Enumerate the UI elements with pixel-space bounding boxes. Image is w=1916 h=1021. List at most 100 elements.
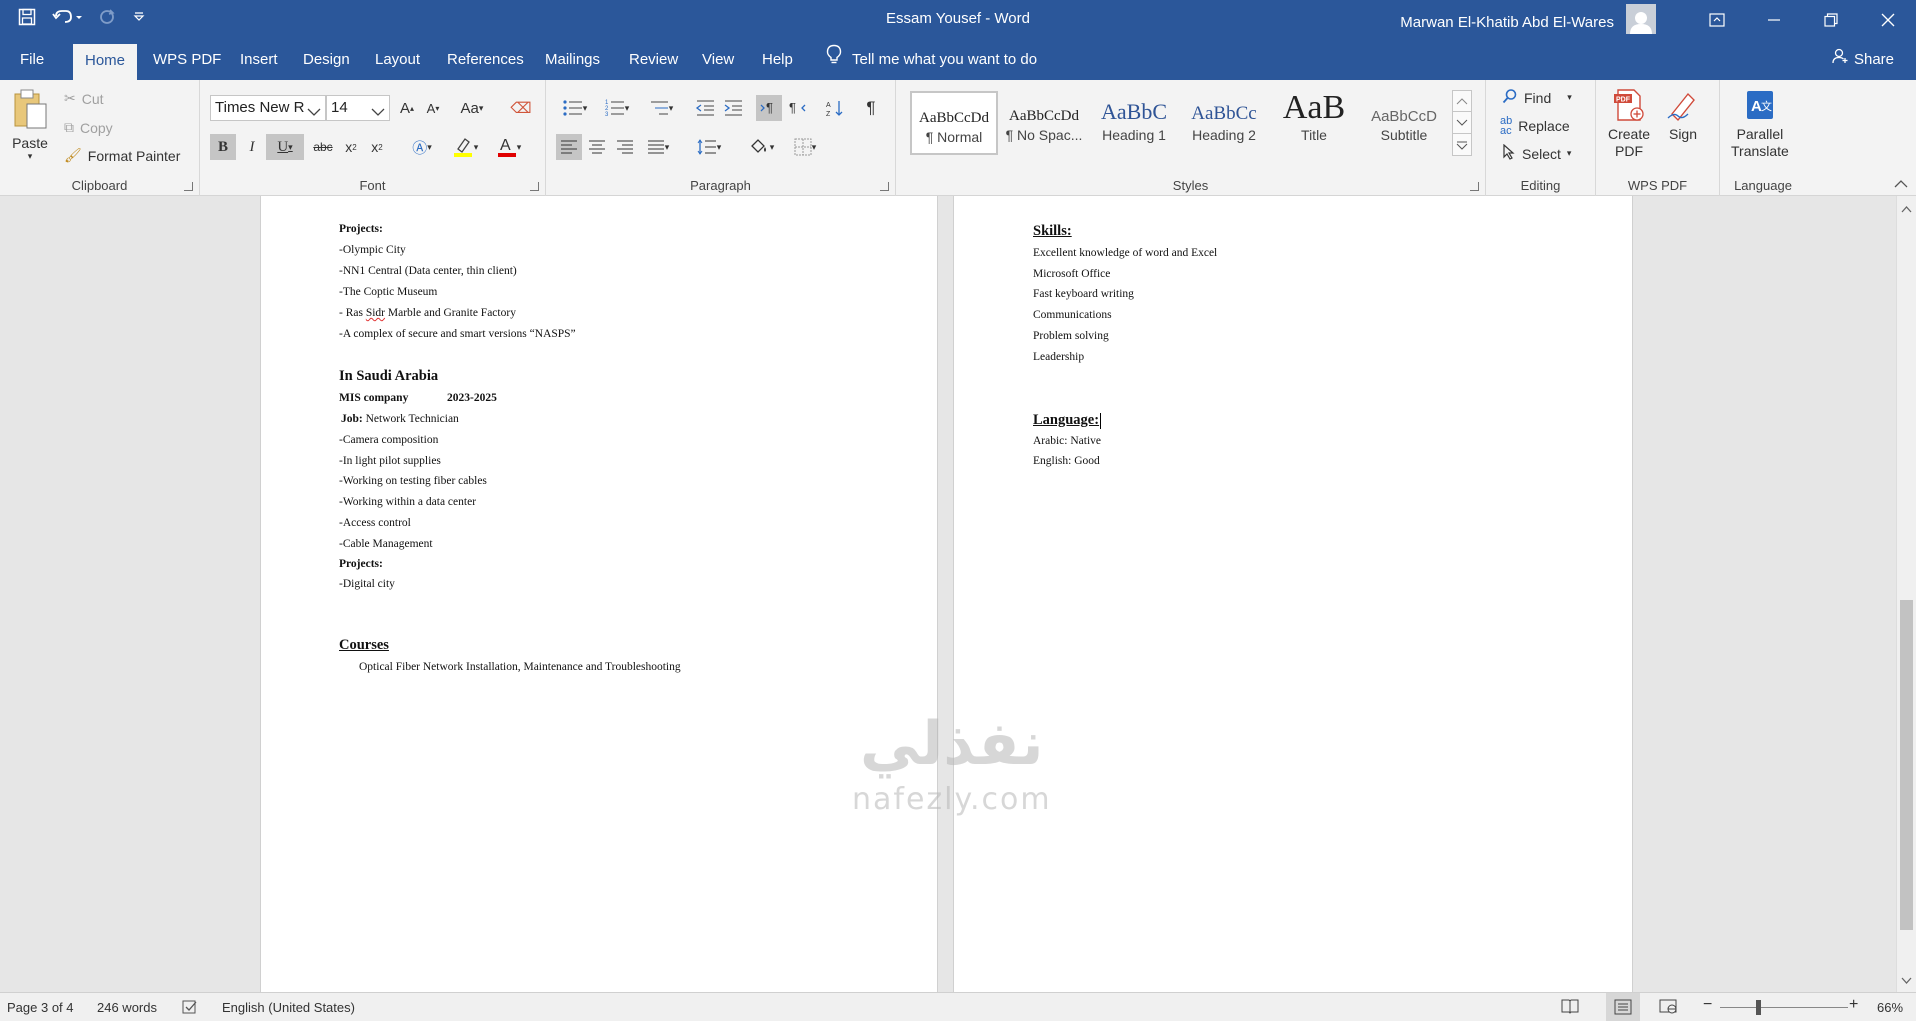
highlight-icon[interactable]: ▾: [446, 134, 484, 160]
tab-home[interactable]: Home: [73, 44, 138, 80]
tab-file[interactable]: File: [8, 40, 56, 80]
format-painter-button[interactable]: 🖌 Format Painter: [64, 147, 180, 164]
bullets-icon[interactable]: ▾: [556, 95, 594, 121]
style-subtitle[interactable]: AaBbCcD Subtitle: [1360, 91, 1448, 155]
page-3[interactable]: Projects: -Olympic City -NN1 Central (Da…: [260, 196, 938, 992]
chevron-down-icon[interactable]: [1452, 112, 1472, 134]
style-no-spacing[interactable]: AaBbCcDd ¶ No Spac...: [1000, 91, 1088, 155]
replace-button[interactable]: ab ac Replace: [1500, 116, 1570, 137]
zoom-slider-thumb[interactable]: [1756, 1000, 1761, 1015]
scroll-down-icon[interactable]: [1901, 972, 1912, 988]
grow-font-icon[interactable]: A ▴: [394, 95, 420, 121]
multilevel-list-icon[interactable]: ▾: [642, 95, 680, 121]
page-count[interactable]: Page 3 of 4: [7, 1000, 74, 1015]
page-4[interactable]: Skills: Excellent knowledge of word and …: [953, 196, 1633, 992]
borders-icon[interactable]: ▾: [786, 134, 824, 160]
font-size-select[interactable]: 14: [326, 95, 390, 121]
collapse-ribbon-icon[interactable]: [1894, 175, 1908, 191]
style-normal[interactable]: AaBbCcDd ¶ Normal: [910, 91, 998, 155]
styles-launcher[interactable]: [1470, 182, 1479, 191]
text-effects-icon[interactable]: Ⓐ ▾: [404, 134, 440, 160]
tab-review[interactable]: Review: [617, 40, 690, 80]
style-heading-2[interactable]: AaBbCc Heading 2: [1180, 91, 1268, 155]
language-status[interactable]: English (United States): [222, 1000, 355, 1015]
justify-icon[interactable]: ▾: [640, 134, 676, 160]
underline-icon[interactable]: U ▾: [266, 134, 304, 160]
zoom-in-button[interactable]: +: [1849, 996, 1858, 1014]
minimize-icon[interactable]: [1745, 0, 1802, 40]
print-layout-icon[interactable]: [1606, 993, 1640, 1021]
more-styles-icon[interactable]: [1452, 134, 1472, 156]
copy-button[interactable]: ⧉ Copy: [64, 119, 113, 136]
tab-design[interactable]: Design: [291, 40, 362, 80]
ltr-direction-icon[interactable]: ¶: [756, 95, 782, 121]
customize-qat-icon[interactable]: [132, 10, 146, 24]
tab-insert[interactable]: Insert: [228, 40, 290, 80]
superscript-icon[interactable]: x2: [364, 134, 390, 160]
scrollbar-thumb[interactable]: [1900, 600, 1913, 930]
shrink-font-icon[interactable]: A ▾: [420, 95, 446, 121]
word-count[interactable]: 246 words: [97, 1000, 157, 1015]
sign-button[interactable]: Sign: [1666, 88, 1700, 143]
subscript-icon[interactable]: x2: [338, 134, 364, 160]
rtl-direction-icon[interactable]: ¶: [784, 95, 810, 121]
paste-button[interactable]: Paste ▾: [12, 88, 48, 162]
tell-me-search[interactable]: Tell me what you want to do: [826, 40, 1037, 80]
clear-formatting-icon[interactable]: ⌫: [508, 95, 534, 121]
strikethrough-icon[interactable]: abc: [310, 134, 336, 160]
create-pdf-button[interactable]: PDF Create PDF: [1608, 88, 1650, 160]
ribbon-display-options-icon[interactable]: [1688, 0, 1745, 40]
save-icon[interactable]: [18, 8, 36, 26]
align-right-icon[interactable]: [612, 134, 638, 160]
line-spacing-icon[interactable]: ▾: [690, 134, 728, 160]
change-case-button[interactable]: Aa ▾: [454, 95, 490, 121]
tab-view[interactable]: View: [690, 40, 746, 80]
web-layout-icon[interactable]: [1659, 998, 1677, 1017]
redo-icon[interactable]: [98, 8, 116, 26]
bold-icon[interactable]: B: [210, 134, 236, 160]
font-color-icon[interactable]: A ▾: [490, 134, 528, 160]
align-left-icon[interactable]: [556, 134, 582, 160]
undo-icon[interactable]: [52, 8, 82, 26]
zoom-level[interactable]: 66%: [1877, 1000, 1903, 1015]
tab-layout[interactable]: Layout: [363, 40, 432, 80]
chevron-up-icon[interactable]: [1452, 90, 1472, 112]
scroll-up-icon[interactable]: [1901, 200, 1912, 216]
close-icon[interactable]: [1859, 0, 1916, 40]
shading-icon[interactable]: ▾: [742, 134, 780, 160]
increase-indent-icon[interactable]: [720, 95, 746, 121]
misspelled-word[interactable]: Sidr: [366, 307, 385, 319]
paragraph-launcher[interactable]: [880, 182, 889, 191]
clipboard-launcher[interactable]: [184, 182, 193, 191]
parallel-translate-button[interactable]: A文 Parallel Translate: [1731, 88, 1789, 160]
job-label: Job:: [341, 413, 363, 425]
pilcrow-icon[interactable]: ¶: [858, 95, 884, 121]
share-button[interactable]: Share: [1832, 40, 1894, 80]
decrease-indent-icon[interactable]: [692, 95, 718, 121]
user-account[interactable]: Marwan El-Khatib Abd El-Wares: [1400, 4, 1656, 34]
align-center-icon[interactable]: [584, 134, 610, 160]
cut-button[interactable]: ✂ Cut: [64, 90, 104, 107]
numbering-icon[interactable]: 1 2 3 ▾: [598, 95, 636, 121]
avatar[interactable]: [1626, 4, 1656, 34]
style-title[interactable]: AaB Title: [1270, 91, 1358, 155]
style-heading-1[interactable]: AaBbC Heading 1: [1090, 91, 1178, 155]
font-name-select[interactable]: Times New R: [210, 95, 326, 121]
tab-help[interactable]: Help: [750, 40, 805, 80]
tab-references[interactable]: References: [435, 40, 536, 80]
style-sample: AaBbCc: [1191, 103, 1257, 124]
vertical-scrollbar[interactable]: [1896, 196, 1916, 992]
proofing-icon[interactable]: [182, 1000, 198, 1018]
zoom-out-button[interactable]: −: [1703, 996, 1712, 1014]
zoom-slider[interactable]: [1720, 1007, 1848, 1008]
font-launcher[interactable]: [530, 182, 539, 191]
find-button[interactable]: Find ▾: [1502, 88, 1572, 107]
italic-icon[interactable]: I: [239, 134, 265, 160]
sort-icon[interactable]: AZ: [822, 95, 848, 121]
tab-mailings[interactable]: Mailings: [533, 40, 612, 80]
read-mode-icon[interactable]: [1561, 998, 1579, 1017]
document-area[interactable]: Projects: -Olympic City -NN1 Central (Da…: [0, 196, 1896, 992]
restore-icon[interactable]: [1802, 0, 1859, 40]
select-button[interactable]: Select ▾: [1502, 143, 1571, 163]
tab-wps-pdf[interactable]: WPS PDF: [141, 40, 233, 80]
